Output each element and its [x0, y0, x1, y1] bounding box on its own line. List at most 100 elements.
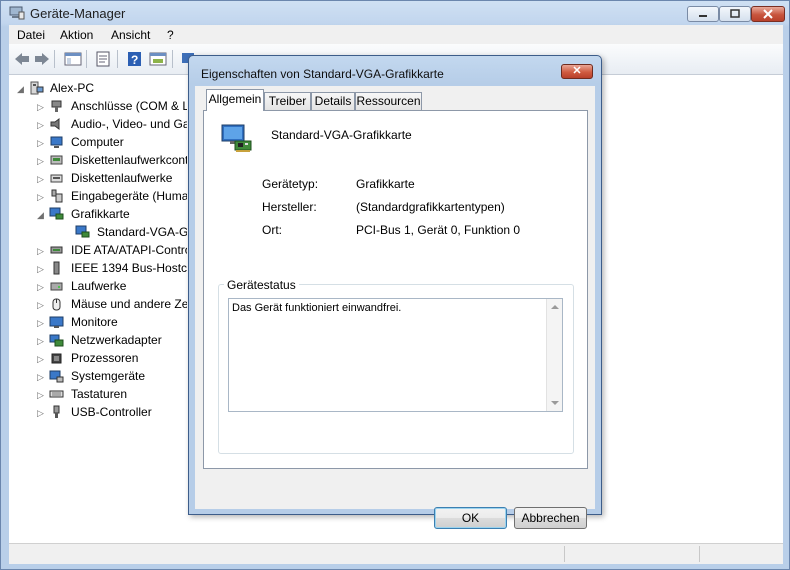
ok-button[interactable]: OK: [434, 507, 507, 529]
tree-child-item[interactable]: Standard-VGA-Grafikkarte: [47, 224, 187, 242]
tree-item-label: Diskettenlaufwerke: [71, 171, 173, 185]
scroll-up-icon[interactable]: [551, 305, 559, 309]
tree-category-item[interactable]: ▷ Systemgeräte: [31, 368, 187, 386]
computer-icon: [50, 136, 63, 148]
tree-category-item[interactable]: ▷ Computer: [31, 134, 187, 152]
expand-arrow-icon[interactable]: ▷: [37, 138, 45, 148]
menu-help[interactable]: ?: [167, 28, 174, 42]
status-bar: [9, 543, 783, 564]
prop-value-location: PCI-Bus 1, Gerät 0, Funktion 0: [356, 223, 521, 237]
toolbar-separator: [86, 50, 87, 68]
collapse-arrow-icon[interactable]: ◢: [17, 84, 25, 94]
floppy-controller-icon: [50, 155, 63, 165]
display-adapter-icon: [221, 124, 252, 152]
back-icon[interactable]: [13, 51, 31, 67]
mouse-icon: [52, 298, 61, 311]
tree-category-item[interactable]: ▷ Tastaturen: [31, 386, 187, 404]
menu-ansicht[interactable]: Ansicht: [111, 28, 150, 42]
expand-arrow-icon[interactable]: ▷: [37, 318, 45, 328]
drive-icon: [50, 282, 63, 291]
tree-category-item[interactable]: ▷ Anschlüsse (COM & LPT): [31, 98, 187, 116]
expand-arrow-icon[interactable]: ▷: [37, 156, 45, 166]
tab-ressourcen[interactable]: Ressourcen: [355, 92, 422, 110]
menu-aktion[interactable]: Aktion: [60, 28, 93, 42]
display-adapter-icon: [49, 207, 64, 220]
tree-item-label: Monitore: [71, 315, 118, 329]
firewire-icon: [53, 261, 60, 275]
prop-label-devicetype: Gerätetyp:: [262, 177, 319, 191]
forward-icon[interactable]: [33, 51, 51, 67]
title-bar[interactable]: Geräte-Manager: [1, 1, 789, 25]
tree-category-item[interactable]: ▷ Diskettenlaufwerkcontroller: [31, 152, 187, 170]
expand-arrow-icon[interactable]: ▷: [37, 282, 45, 292]
expand-arrow-icon[interactable]: ▷: [37, 300, 45, 310]
expand-arrow-icon[interactable]: ▷: [37, 354, 45, 364]
scroll-down-icon[interactable]: [551, 401, 559, 405]
expand-arrow-icon[interactable]: ▷: [37, 390, 45, 400]
collapse-arrow-icon[interactable]: ◢: [37, 210, 45, 220]
tab-panel-general: Standard-VGA-Grafikkarte Gerätetyp: Graf…: [203, 110, 588, 469]
tree-item-label: Audio-, Video- und Gamecontroller: [71, 117, 187, 131]
system-icon: [49, 370, 64, 383]
tree-category-item[interactable]: ▷ Netzwerkadapter: [31, 332, 187, 350]
tab-treiber[interactable]: Treiber: [264, 92, 311, 110]
scan-hardware-icon[interactable]: [149, 51, 167, 67]
device-manager-icon: [9, 6, 25, 20]
expand-arrow-icon[interactable]: ▷: [37, 372, 45, 382]
expand-arrow-icon[interactable]: ▷: [37, 246, 45, 256]
toolbar-separator: [172, 50, 173, 68]
cancel-button[interactable]: Abbrechen: [514, 507, 587, 529]
tree-category-item[interactable]: ▷ Mäuse und andere Zeigegeräte: [31, 296, 187, 314]
status-divider: [564, 546, 565, 562]
dialog-close-button[interactable]: ✕: [561, 64, 593, 79]
expand-arrow-icon[interactable]: ▷: [37, 192, 45, 202]
tree-category-item[interactable]: ▷ USB-Controller: [31, 404, 187, 422]
properties-icon[interactable]: [94, 51, 112, 67]
tree-item-label: Eingabegeräte (Human Interface Devices): [71, 189, 187, 203]
tab-allgemein[interactable]: Allgemein: [206, 89, 264, 111]
tree-category-item[interactable]: ▷ Audio-, Video- und Gamecontroller: [31, 116, 187, 134]
tree-category-item[interactable]: ◢ Grafikkarte: [31, 206, 187, 224]
expand-arrow-icon[interactable]: ▷: [37, 408, 45, 418]
tree-item-label: IEEE 1394 Bus-Hostcontroller: [71, 261, 187, 275]
expand-arrow-icon[interactable]: ▷: [37, 120, 45, 130]
close-window-button[interactable]: [751, 6, 785, 22]
device-status-textbox[interactable]: Das Gerät funktioniert einwandfrei.: [228, 298, 563, 412]
tree-root[interactable]: ◢ Alex-PC: [13, 80, 213, 98]
menu-datei[interactable]: Datei: [17, 28, 45, 42]
tree-category-item[interactable]: ▷ Laufwerke: [31, 278, 187, 296]
tree-item-label: Mäuse und andere Zeigegeräte: [71, 297, 187, 311]
tree-category-item[interactable]: ▷ Diskettenlaufwerke: [31, 170, 187, 188]
port-icon: [51, 100, 62, 112]
minimize-button[interactable]: [687, 6, 719, 22]
expand-arrow-icon[interactable]: ▷: [37, 102, 45, 112]
properties-dialog: Eigenschaften von Standard-VGA-Grafikkar…: [188, 55, 602, 529]
tree-item-label: IDE ATA/ATAPI-Controller: [71, 243, 187, 257]
tree-category-item[interactable]: ▷ IDE ATA/ATAPI-Controller: [31, 242, 187, 260]
network-icon: [49, 334, 64, 347]
device-name: Standard-VGA-Grafikkarte: [271, 128, 412, 142]
help-icon[interactable]: ?: [126, 51, 144, 67]
expand-arrow-icon[interactable]: ▷: [37, 174, 45, 184]
floppy-icon: [50, 174, 63, 183]
tree-category-item[interactable]: ▷ IEEE 1394 Bus-Hostcontroller: [31, 260, 187, 278]
show-hide-tree-icon[interactable]: [64, 51, 82, 67]
expand-arrow-icon[interactable]: ▷: [37, 336, 45, 346]
close-icon: [763, 9, 773, 19]
monitor-icon: [49, 316, 64, 328]
minimize-icon: [699, 15, 707, 17]
computer-icon: [30, 81, 44, 95]
tree-category-item[interactable]: ▷ Eingabegeräte (Human Interface Devices): [31, 188, 187, 206]
prop-value-manufacturer: (Standardgrafikkartentypen): [356, 200, 505, 214]
tree-category-item[interactable]: ▷ Prozessoren: [31, 350, 187, 368]
status-scrollbar[interactable]: [546, 299, 562, 411]
maximize-button[interactable]: [719, 6, 751, 22]
tab-details[interactable]: Details: [311, 92, 355, 110]
tree-category-item[interactable]: ▷ Monitore: [31, 314, 187, 332]
window-title: Geräte-Manager: [30, 6, 126, 21]
tree-item-label: Netzwerkadapter: [71, 333, 162, 347]
menu-bar: Datei Aktion Ansicht ?: [9, 25, 783, 44]
expand-arrow-icon[interactable]: ▷: [37, 264, 45, 274]
usb-icon: [53, 405, 60, 418]
prop-label-location: Ort:: [262, 223, 282, 237]
